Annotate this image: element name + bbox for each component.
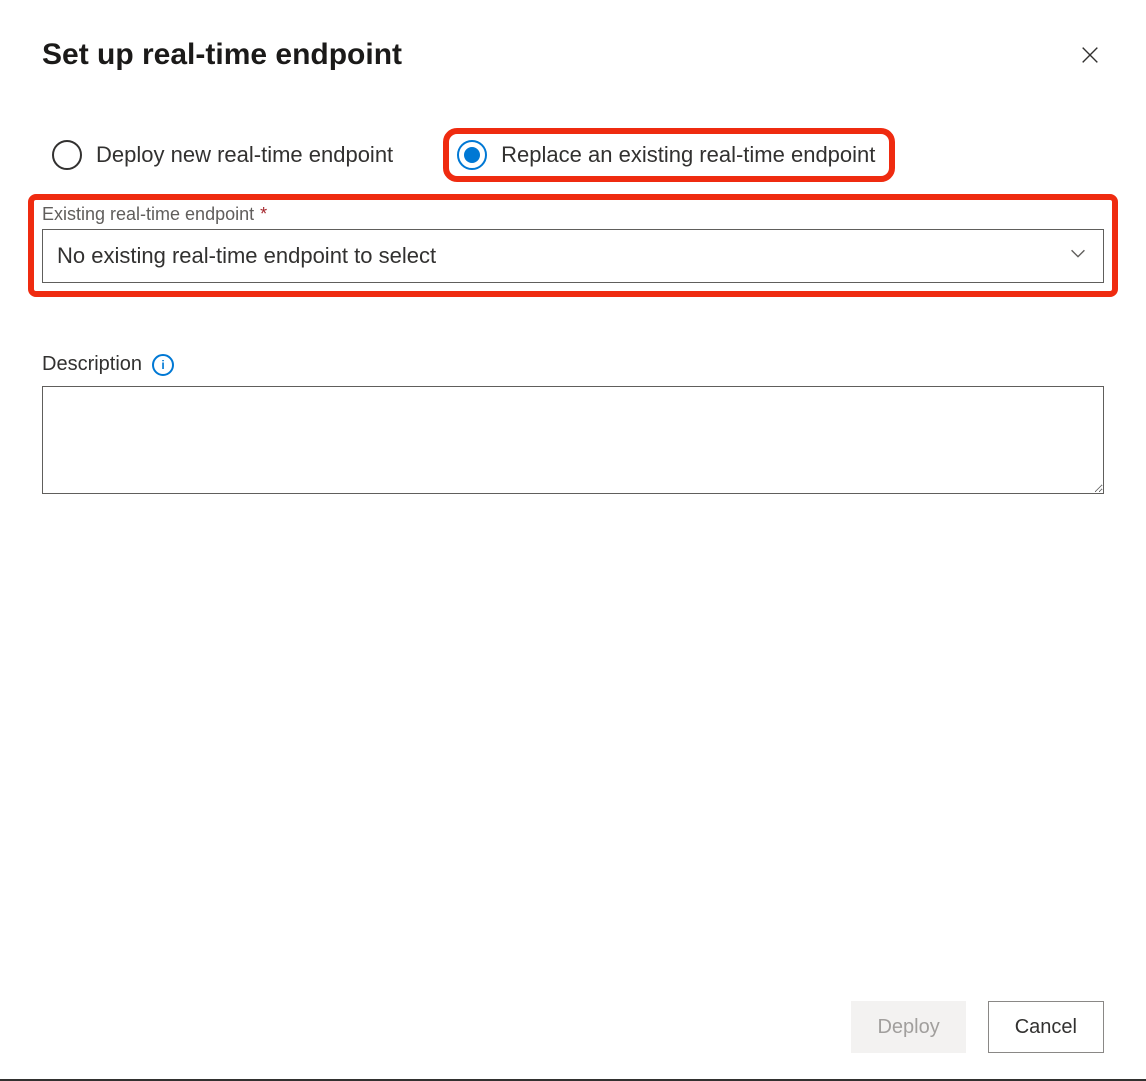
existing-endpoint-field: Existing real-time endpoint * No existin…: [28, 194, 1118, 297]
dialog-footer: Deploy Cancel: [851, 1001, 1104, 1053]
page-title: Set up real-time endpoint: [42, 38, 402, 72]
description-field: Description i: [42, 353, 1104, 499]
description-label: Description: [42, 353, 142, 376]
radio-deploy-new[interactable]: Deploy new real-time endpoint: [42, 134, 403, 176]
existing-endpoint-select[interactable]: No existing real-time endpoint to select: [42, 229, 1104, 283]
radio-replace-existing[interactable]: Replace an existing real-time endpoint: [443, 128, 895, 182]
existing-endpoint-selected-text: No existing real-time endpoint to select: [57, 243, 436, 269]
description-textarea[interactable]: [42, 386, 1104, 494]
deploy-button[interactable]: Deploy: [851, 1001, 965, 1053]
existing-endpoint-label: Existing real-time endpoint *: [42, 204, 1104, 225]
radio-circle-icon: [457, 140, 487, 170]
radio-deploy-new-label: Deploy new real-time endpoint: [96, 142, 393, 168]
chevron-down-icon: [1067, 242, 1089, 270]
required-indicator: *: [260, 204, 267, 225]
info-icon[interactable]: i: [152, 354, 174, 376]
radio-replace-existing-label: Replace an existing real-time endpoint: [501, 142, 875, 168]
radio-circle-icon: [52, 140, 82, 170]
deployment-mode-radio-group: Deploy new real-time endpoint Replace an…: [42, 128, 1104, 182]
existing-endpoint-label-text: Existing real-time endpoint: [42, 204, 254, 225]
close-button[interactable]: [1076, 41, 1104, 69]
close-icon: [1079, 44, 1101, 66]
cancel-button[interactable]: Cancel: [988, 1001, 1104, 1053]
